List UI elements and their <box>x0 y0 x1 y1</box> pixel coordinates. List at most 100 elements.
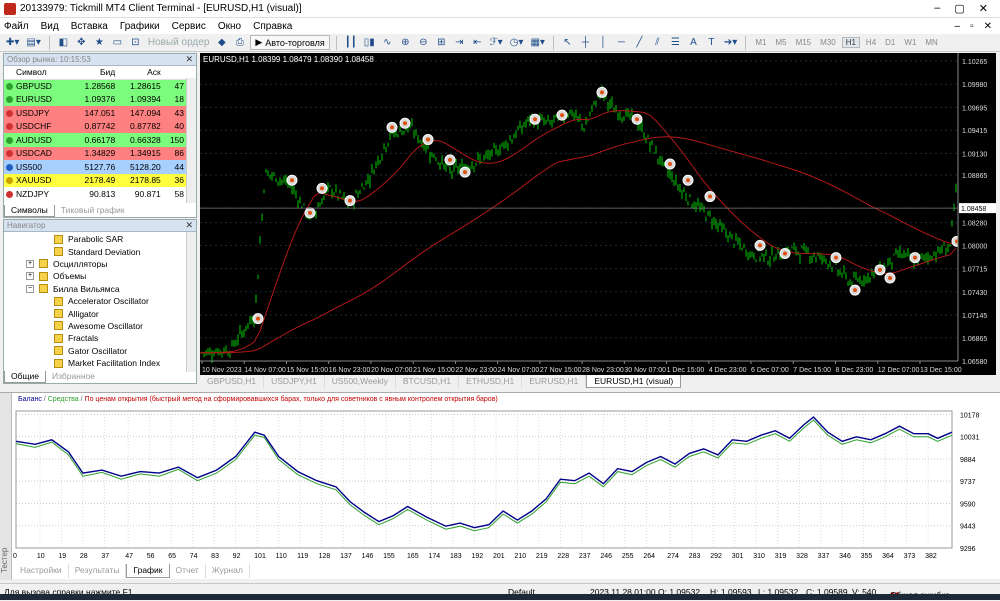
chart-tab[interactable]: USDJPY,H1 <box>264 375 325 388</box>
close-button[interactable]: ✕ <box>979 2 988 15</box>
tester-side-bar[interactable]: Тестер <box>0 393 12 580</box>
candles-icon[interactable]: ▯▮ <box>362 35 377 50</box>
expand-icon[interactable]: + <box>26 259 34 268</box>
market-watch-row[interactable]: AUDUSD 0.66178 0.66328 150 <box>4 133 187 147</box>
menu-tools[interactable]: Сервис <box>172 21 206 32</box>
arrows-icon[interactable]: ➔▾ <box>722 35 739 50</box>
market-watch-row[interactable]: NZDJPY 90.813 90.871 58 <box>4 187 187 201</box>
menu-insert[interactable]: Вставка <box>71 21 108 32</box>
tab-report[interactable]: Отчет <box>170 564 206 578</box>
navigator-scrollbar[interactable] <box>186 232 196 372</box>
chart-tab[interactable]: BTCUSD,H1 <box>396 375 460 388</box>
column-header-symbol[interactable]: Символ <box>4 66 73 80</box>
menu-file[interactable]: Файл <box>4 21 29 32</box>
channel-icon[interactable]: ⫽ <box>650 35 665 50</box>
tab-favorites[interactable]: Избранное <box>46 371 101 383</box>
indicators-icon[interactable]: ℱ▾ <box>488 35 505 50</box>
vertical-line-icon[interactable]: │ <box>596 35 611 50</box>
column-header-spread[interactable] <box>163 66 187 80</box>
navigator-item[interactable]: Alligator <box>4 307 196 319</box>
navigator-icon[interactable]: ★ <box>92 35 107 50</box>
tab-settings[interactable]: Настройки <box>14 564 69 578</box>
price-chart[interactable]: 1.10265 1.09980 1.09695 1.09415 1.09130 1.088… <box>200 53 996 375</box>
new-order-button[interactable]: Новый ордер <box>146 35 212 50</box>
chart-tab[interactable]: US500,Weekly <box>325 375 396 388</box>
terminal-icon[interactable]: ▭ <box>110 35 125 50</box>
market-watch-icon[interactable]: ◧ <box>56 35 71 50</box>
timeframe-m1[interactable]: M1 <box>752 38 769 47</box>
maximize-button[interactable]: ▢ <box>954 2 964 15</box>
autotrade-button[interactable]: ▶ Авто-торговля <box>250 35 330 50</box>
column-header-bid[interactable]: Бид <box>72 66 119 80</box>
chart-tab-active[interactable]: EURUSD,H1 (visual) <box>586 375 682 388</box>
bar-chart-icon[interactable]: ┃┃ <box>343 35 359 50</box>
tab-graph[interactable]: График <box>126 564 170 578</box>
market-watch-row[interactable]: EURUSD 1.09376 1.09394 18 <box>4 92 187 106</box>
price-chart-canvas[interactable]: 1.10265 1.09980 1.09695 1.09415 1.09130 1.088… <box>200 53 996 375</box>
fibonacci-icon[interactable]: ☰ <box>668 35 683 50</box>
menu-help[interactable]: Справка <box>253 21 292 32</box>
expand-icon[interactable]: − <box>26 284 34 293</box>
market-watch-row[interactable]: XAUUSD 2178.49 2178.85 36 <box>4 173 187 187</box>
label-icon[interactable]: T <box>704 35 719 50</box>
metaeditor-icon[interactable]: ◆ <box>214 35 229 50</box>
timeframe-d1[interactable]: D1 <box>882 38 898 47</box>
navigator-item[interactable]: + Осцилляторы <box>4 258 196 270</box>
menu-charts[interactable]: Графики <box>120 21 160 32</box>
timeframe-m30[interactable]: M30 <box>817 38 839 47</box>
timeframe-h1[interactable]: H1 <box>841 37 860 48</box>
close-icon[interactable]: ✕ <box>185 54 196 65</box>
navigator-item[interactable]: Market Facilitation Index <box>4 357 196 369</box>
navigator-item[interactable]: Standard Deviation <box>4 245 196 257</box>
market-watch-row[interactable]: US500 5127.76 5128.20 44 <box>4 160 187 174</box>
data-window-icon[interactable]: ✥ <box>74 35 89 50</box>
tab-symbols[interactable]: Символы <box>4 205 55 217</box>
navigator-item[interactable]: − Билла Вильямса <box>4 283 196 295</box>
menu-view[interactable]: Вид <box>41 21 59 32</box>
new-chart-icon[interactable]: ✚▾ <box>4 35 21 50</box>
timeframe-m15[interactable]: M15 <box>793 38 815 47</box>
navigator-item[interactable]: Gator Oscillator <box>4 345 196 357</box>
periods-icon[interactable]: ◷▾ <box>508 35 526 50</box>
chart-shift-icon[interactable]: ⇤ <box>470 35 485 50</box>
autoscroll-icon[interactable]: ⇥ <box>452 35 467 50</box>
timeframe-w1[interactable]: W1 <box>901 38 919 47</box>
tester-icon[interactable]: ⊡ <box>128 35 143 50</box>
market-watch-row[interactable]: GBPUSD 1.28568 1.28615 47 <box>4 79 187 93</box>
mdi-minimize-button[interactable]: – <box>955 21 961 32</box>
tab-results[interactable]: Результаты <box>69 564 127 578</box>
profiles-icon[interactable]: ▤▾ <box>24 35 42 50</box>
tab-journal[interactable]: Журнал <box>206 564 250 578</box>
market-watch-row[interactable]: USDCAD 1.34829 1.34915 86 <box>4 146 187 160</box>
chart-tab[interactable]: EURUSD,H1 <box>522 375 587 388</box>
expand-icon[interactable]: + <box>26 272 34 281</box>
line-chart-icon[interactable]: ∿ <box>380 35 395 50</box>
close-icon[interactable]: ✕ <box>185 220 196 231</box>
market-watch-row[interactable]: USDCHF 0.87742 0.87782 40 <box>4 119 187 133</box>
navigator-item[interactable]: + Объемы <box>4 270 196 282</box>
tab-tick-chart[interactable]: Тиковый график <box>55 205 131 217</box>
text-icon[interactable]: A <box>686 35 701 50</box>
timeframe-mn[interactable]: MN <box>922 38 940 47</box>
chart-tab[interactable]: GBPUSD,H1 <box>200 375 265 388</box>
crosshair-icon[interactable]: ┼ <box>578 35 593 50</box>
navigator-item[interactable]: Accelerator Oscillator <box>4 295 196 307</box>
tile-windows-icon[interactable]: ⊞ <box>434 35 449 50</box>
trendline-icon[interactable]: ╱ <box>632 35 647 50</box>
horizontal-line-icon[interactable]: ─ <box>614 35 629 50</box>
timeframe-h4[interactable]: H4 <box>863 38 879 47</box>
zoom-in-icon[interactable]: ⊕ <box>398 35 413 50</box>
menu-window[interactable]: Окно <box>218 21 241 32</box>
chart-tab[interactable]: ETHUSD,H1 <box>459 375 523 388</box>
market-watch-row[interactable]: USDJPY 147.051 147.094 43 <box>4 106 187 120</box>
print-icon[interactable]: ⎙ <box>232 35 247 50</box>
minimize-button[interactable]: – <box>934 2 940 15</box>
navigator-item[interactable]: Awesome Oscillator <box>4 320 196 332</box>
column-header-ask[interactable]: Аск <box>118 66 164 80</box>
market-watch-scrollbar[interactable] <box>186 78 196 203</box>
mdi-restore-button[interactable]: ▫ <box>970 21 974 32</box>
tab-common[interactable]: Общие <box>4 371 46 383</box>
templates-icon[interactable]: ▦▾ <box>528 35 546 50</box>
navigator-item[interactable]: Fractals <box>4 332 196 344</box>
mdi-close-button[interactable]: ✕ <box>984 21 992 32</box>
